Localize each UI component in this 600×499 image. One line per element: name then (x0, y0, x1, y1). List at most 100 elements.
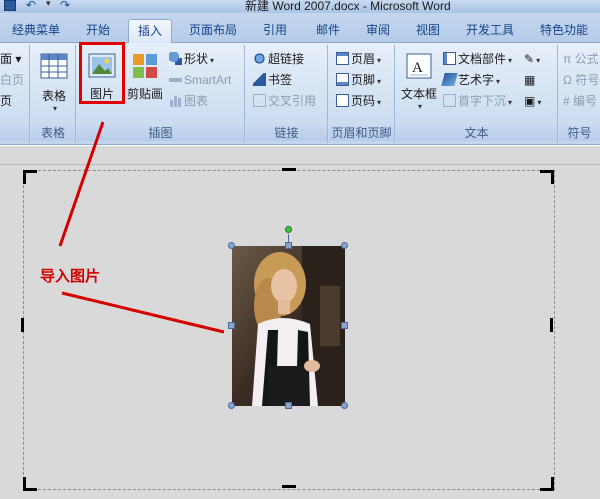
inserted-picture[interactable] (232, 246, 345, 406)
tab-insert[interactable]: 插入 (128, 19, 172, 44)
chevron-down-icon: ▾ (377, 98, 382, 107)
chevron-down-icon: ▾ (496, 77, 501, 86)
date-time-icon[interactable]: ▦ (524, 70, 535, 90)
ribbon-tabs: 经典菜单 开始 插入 页面布局 引用 邮件 审阅 视图 开发工具 特色功能 (0, 13, 600, 44)
clipart-icon (133, 54, 157, 78)
chevron-down-icon: ▾ (417, 102, 422, 111)
footer-button[interactable]: 页脚 ▾ (336, 70, 381, 90)
shapes-icon (169, 52, 182, 65)
smartart-button[interactable]: SmartArt (169, 70, 231, 90)
chart-button[interactable]: 图表 (169, 91, 208, 111)
chevron-down-icon: ▾ (210, 56, 215, 65)
wordart-button[interactable]: 艺术字 ▾ (441, 70, 501, 90)
cover-page-button[interactable]: 面 ▾ (0, 49, 21, 69)
textbox-button-label: 文本框 (400, 87, 437, 101)
page-break-button[interactable]: 页 (0, 91, 12, 111)
equation-button[interactable]: π 公式 (563, 49, 599, 69)
crop-mark-bottom-left (23, 477, 37, 491)
group-label-symbols: 符号 (559, 125, 600, 141)
tab-view[interactable]: 视图 (408, 19, 448, 41)
table-button-label: 表格 (41, 89, 66, 103)
textbox-icon: A (406, 53, 432, 79)
rotation-handle[interactable] (285, 226, 292, 233)
annotation-label: 导入图片 (40, 268, 101, 285)
numbering-label: 编号 (573, 94, 598, 108)
picture-handle-right[interactable] (341, 322, 348, 329)
bookmark-label: 书签 (268, 73, 293, 87)
smartart-label: SmartArt (184, 73, 232, 87)
crop-mark-bottom-right (540, 477, 554, 491)
smartart-icon (169, 73, 182, 86)
undo-icon[interactable]: ↶ (26, 0, 36, 12)
picture-button-highlight (79, 42, 125, 104)
table-button[interactable]: 表格 ▾ (35, 51, 73, 113)
picture-handle-bottom[interactable] (285, 402, 292, 409)
chevron-down-icon: ▾ (377, 56, 382, 65)
tab-page-layout[interactable]: 页面布局 (183, 19, 243, 41)
clipart-button-label: 剪贴画 (126, 87, 163, 101)
group-pages-partial: 面 ▾ 白页 页 (0, 45, 30, 143)
page-number-button[interactable]: 页码 ▾ (336, 91, 381, 111)
save-icon[interactable] (4, 0, 16, 11)
cross-reference-button[interactable]: 交叉引用 (253, 91, 316, 111)
tab-classic-menu[interactable]: 经典菜单 (8, 19, 64, 41)
picture-handle-left[interactable] (228, 322, 235, 329)
quick-parts-button[interactable]: 文档部件 ▾ (443, 49, 512, 69)
resize-handle-right[interactable] (550, 318, 553, 332)
numbering-button[interactable]: # 编号 (563, 91, 597, 111)
picture-handle-bottom-right[interactable] (341, 402, 348, 409)
textbox-button[interactable]: A 文本框 ▾ (399, 51, 439, 111)
wordart-label: 艺术字 (458, 73, 495, 87)
bookmark-icon (253, 73, 266, 86)
bookmark-button[interactable]: 书签 (253, 70, 292, 90)
tab-mailings[interactable]: 邮件 (308, 19, 348, 41)
resize-handle-top[interactable] (282, 168, 296, 171)
crop-mark-top-left (23, 170, 37, 184)
picture-handle-top[interactable] (285, 242, 292, 249)
clipart-button[interactable]: 剪贴画 (124, 51, 166, 102)
table-icon (40, 53, 68, 79)
header-button[interactable]: 页眉 ▾ (336, 49, 381, 69)
chevron-down-icon: ▾ (52, 104, 57, 113)
symbol-button[interactable]: Ω 符号 (563, 70, 599, 90)
chart-label: 图表 (184, 94, 209, 108)
document-area[interactable] (0, 146, 600, 499)
wordart-icon (441, 73, 458, 86)
redo-icon[interactable]: ↷ (60, 0, 70, 12)
numbering-icon: # (563, 94, 574, 108)
equation-label: 公式 (574, 52, 599, 66)
tab-developer[interactable]: 开发工具 (460, 19, 520, 41)
group-label-text: 文本 (396, 125, 557, 141)
picture-handle-top-left[interactable] (228, 242, 235, 249)
tab-special-features[interactable]: 特色功能 (534, 19, 594, 41)
chevron-down-icon: ▾ (508, 98, 513, 107)
object-icon[interactable]: ▣ ▾ (524, 91, 541, 111)
undo-dropdown-icon[interactable]: ▾ (46, 0, 51, 9)
resize-handle-bottom[interactable] (282, 485, 296, 488)
picture-handle-top-right[interactable] (341, 242, 348, 249)
signature-line-icon[interactable]: ✎ ▾ (524, 49, 540, 69)
tab-home[interactable]: 开始 (78, 19, 118, 41)
group-text: A 文本框 ▾ 文档部件 ▾ 艺术字 ▾ 首字下沉 ▾ ✎ ▾ ▦ ▣ ▾ 文本 (396, 45, 558, 143)
tab-references[interactable]: 引用 (255, 19, 295, 41)
chevron-down-icon: ▾ (377, 77, 382, 86)
hyperlink-icon (253, 52, 266, 65)
crop-mark-top-right (540, 170, 554, 184)
blank-page-button[interactable]: 白页 (0, 70, 24, 90)
svg-text:A: A (412, 60, 423, 76)
drop-cap-label: 首字下沉 (458, 94, 507, 108)
shapes-button[interactable]: 形状 ▾ (169, 49, 214, 69)
photo-image (232, 246, 345, 406)
hyperlink-button[interactable]: 超链接 (253, 49, 304, 69)
picture-handle-bottom-left[interactable] (228, 402, 235, 409)
omega-icon: Ω (563, 73, 576, 87)
header-label: 页眉 (351, 52, 376, 66)
group-label-tables: 表格 (31, 125, 75, 141)
group-label (0, 125, 29, 141)
group-symbols: π 公式 Ω 符号 # 编号 符号 (559, 45, 600, 143)
drop-cap-button[interactable]: 首字下沉 ▾ (443, 91, 512, 111)
footer-icon (336, 73, 349, 86)
quick-parts-icon (443, 52, 456, 65)
resize-handle-left[interactable] (21, 318, 24, 332)
tab-review[interactable]: 审阅 (358, 19, 398, 41)
